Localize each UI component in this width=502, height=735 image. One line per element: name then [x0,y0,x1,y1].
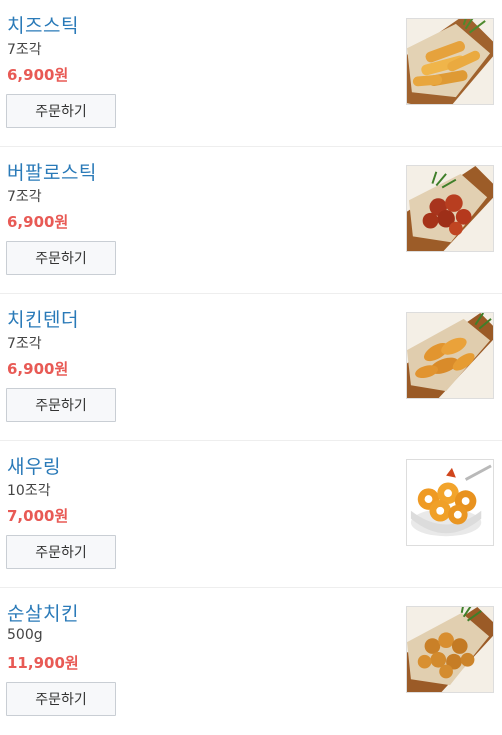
order-button[interactable]: 주문하기 [6,94,116,128]
boneless-chicken-photo[interactable] [406,606,494,693]
menu-item-buffalo-stick: 버팔로스틱 7조각 6,900원 주문하기 [0,147,502,294]
item-quantity: 7조각 [7,42,42,58]
boneless-chicken-image [407,607,493,692]
buffalo-stick-photo[interactable] [406,165,494,252]
cheese-stick-photo[interactable] [406,18,494,105]
item-price: 11,900원 [7,654,79,672]
item-quantity: 7조각 [7,336,42,352]
chicken-tender-photo[interactable] [406,312,494,399]
item-name[interactable]: 치즈스틱 [7,11,79,38]
item-quantity: 10조각 [7,483,51,499]
item-price: 6,900원 [7,360,69,378]
order-button[interactable]: 주문하기 [6,535,116,569]
item-price: 6,900원 [7,213,69,231]
chicken-tender-image [407,313,493,398]
item-name[interactable]: 순살치킨 [7,599,79,626]
item-price: 6,900원 [7,66,69,84]
menu-item-boneless-chicken: 순살치킨 500g 11,900원 주문하기 [0,588,502,735]
item-name[interactable]: 버팔로스틱 [7,158,97,185]
order-button[interactable]: 주문하기 [6,682,116,716]
item-quantity: 500g [7,627,43,643]
menu-item-chicken-tender: 치킨텐더 7조각 6,900원 주문하기 [0,294,502,441]
buffalo-stick-image [407,166,493,251]
menu-item-shrimp-ring: 새우링 10조각 7,000원 주문하기 [0,441,502,588]
shrimp-ring-image [407,460,493,545]
item-name[interactable]: 새우링 [7,452,61,479]
order-button[interactable]: 주문하기 [6,241,116,275]
cheese-stick-image [407,19,493,104]
item-name[interactable]: 치킨텐더 [7,305,79,332]
item-price: 7,000원 [7,507,69,525]
menu-list: 치즈스틱 7조각 6,900원 주문하기 버팔로스틱 7조각 6,900원 주문… [0,0,502,735]
menu-item-cheese-stick: 치즈스틱 7조각 6,900원 주문하기 [0,0,502,147]
item-quantity: 7조각 [7,189,42,205]
order-button[interactable]: 주문하기 [6,388,116,422]
shrimp-ring-photo[interactable] [406,459,494,546]
